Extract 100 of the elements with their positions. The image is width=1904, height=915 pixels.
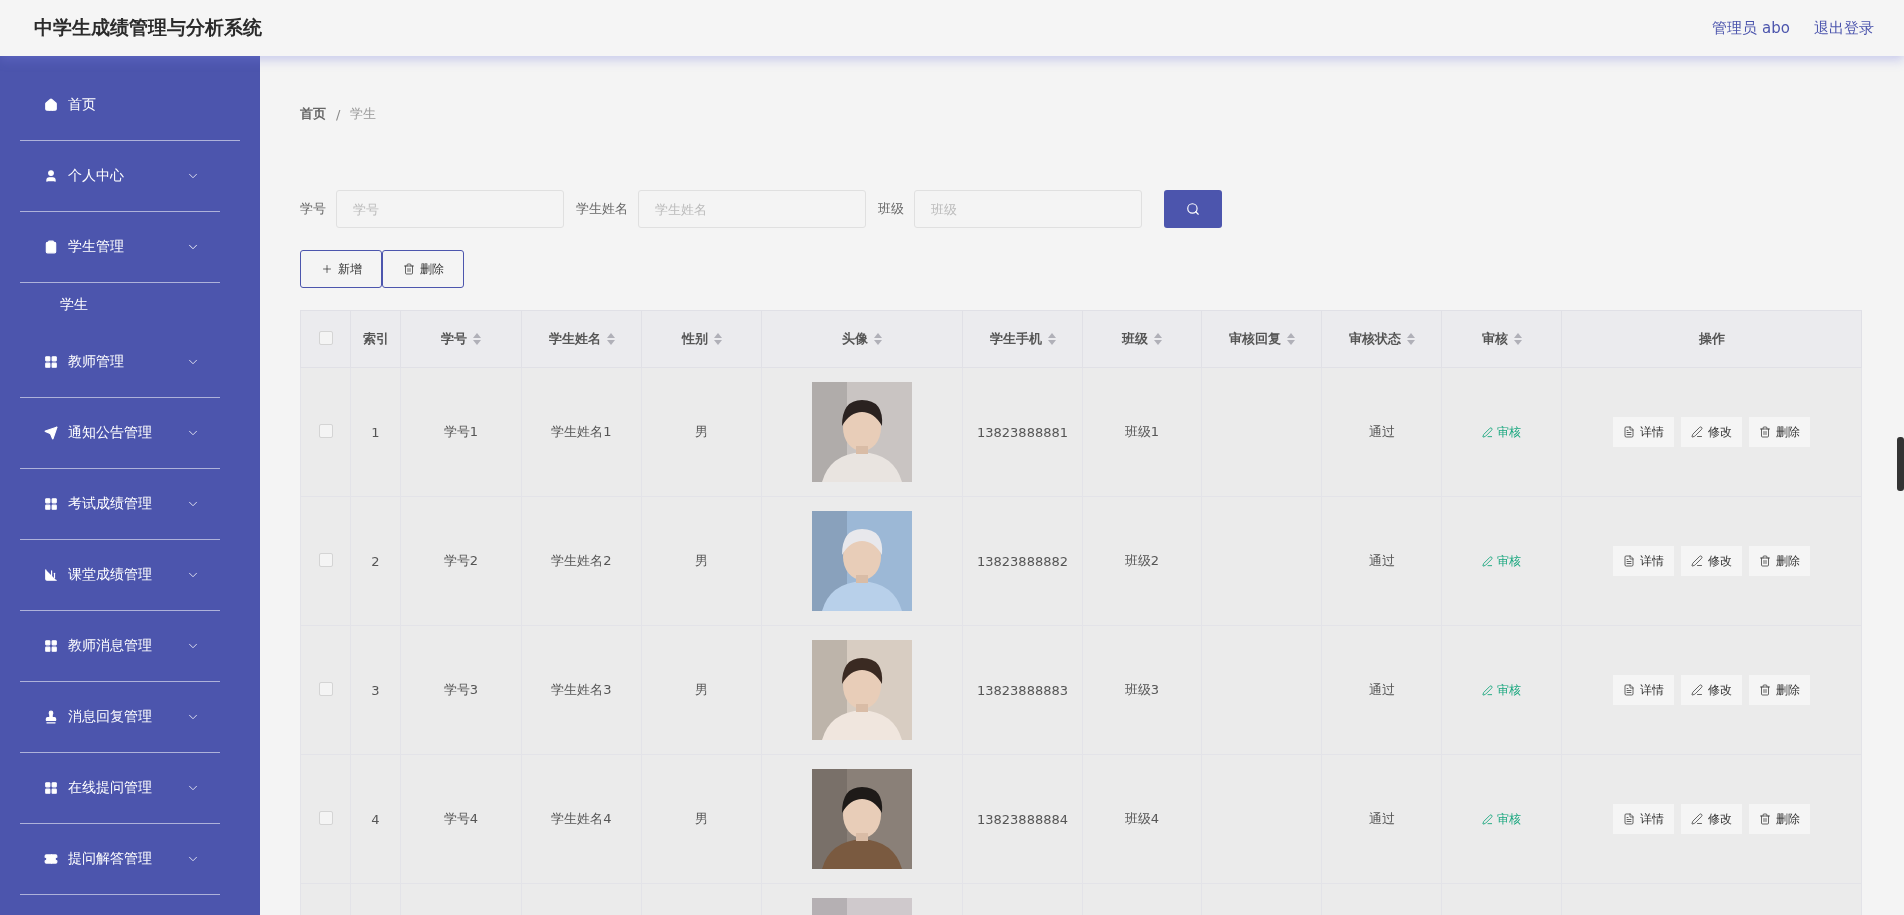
table-cell: 2 — [371, 553, 380, 569]
column-header[interactable]: 头像 — [761, 310, 963, 368]
menu-icon — [44, 240, 58, 254]
menu-icon — [44, 426, 58, 440]
pencil-icon — [1691, 555, 1703, 567]
trash-icon — [1759, 555, 1771, 567]
delete-button[interactable]: 删除 — [382, 250, 464, 288]
filter-label: 学号 — [300, 200, 326, 218]
sidebar-item[interactable]: 通知公告管理 — [20, 398, 220, 469]
menu-icon — [44, 497, 58, 511]
sidebar-subitem[interactable]: 学生 — [0, 283, 260, 327]
column-header[interactable]: 性别 — [641, 310, 762, 368]
table-cell: 13823888882 — [977, 553, 1068, 569]
delete-button[interactable]: 删除 — [1749, 675, 1810, 705]
sidebar-item[interactable]: 消息回复管理 — [20, 682, 220, 753]
menu-icon — [44, 98, 58, 112]
table-cell: 班级4 — [1124, 811, 1160, 826]
column-header[interactable]: 审核 — [1441, 310, 1562, 368]
sidebar-item[interactable]: 考试成绩管理 — [20, 469, 220, 540]
menu-icon — [44, 781, 58, 795]
detail-button[interactable]: 详情 — [1613, 546, 1674, 576]
table-cell: 学生姓名3 — [551, 682, 612, 697]
table-cell: 学号1 — [443, 424, 479, 439]
table-cell: 班级2 — [1124, 553, 1160, 568]
search-icon — [1186, 202, 1200, 216]
column-header[interactable]: 审核状态 — [1321, 310, 1442, 368]
column-header: 索引 — [350, 310, 401, 368]
checkbox[interactable] — [318, 810, 333, 825]
breadcrumb-item[interactable]: 首页 — [300, 105, 326, 123]
app-title: 中学生成绩管理与分析系统 — [34, 15, 262, 40]
edit-button[interactable]: 修改 — [1681, 546, 1742, 576]
detail-button[interactable]: 详情 — [1613, 417, 1674, 447]
column-header[interactable]: 审核回复 — [1201, 310, 1322, 368]
table-cell: 13823888883 — [977, 682, 1068, 698]
pencil-icon — [1482, 684, 1493, 696]
detail-button[interactable]: 详情 — [1613, 804, 1674, 834]
column-header[interactable]: 学生姓名 — [521, 310, 642, 368]
pencil-icon — [1691, 684, 1703, 696]
table-cell: 班级3 — [1124, 682, 1160, 697]
sort-icon[interactable] — [1406, 333, 1415, 345]
plus-icon — [320, 263, 333, 275]
sort-icon[interactable] — [713, 333, 722, 345]
search-button[interactable] — [1164, 190, 1222, 228]
sort-icon[interactable] — [874, 333, 882, 345]
table-cell: 通过 — [1368, 553, 1395, 568]
sort-icon[interactable] — [473, 333, 481, 345]
document-icon — [1623, 684, 1635, 696]
pencil-icon — [1691, 813, 1703, 825]
sidebar-item[interactable]: 提问解答管理 — [20, 824, 220, 895]
sort-icon[interactable] — [1047, 333, 1056, 345]
document-icon — [1623, 813, 1635, 825]
logout-link[interactable]: 退出登录 — [1814, 18, 1874, 38]
delete-button[interactable]: 删除 — [1749, 804, 1810, 834]
menu-icon — [44, 639, 58, 653]
table-cell: 学号3 — [443, 682, 479, 697]
edit-button[interactable]: 修改 — [1681, 804, 1742, 834]
menu-icon — [44, 169, 58, 183]
sort-icon[interactable] — [1154, 333, 1162, 345]
delete-button[interactable]: 删除 — [1749, 417, 1810, 447]
menu-icon — [44, 852, 58, 866]
trash-icon — [1759, 813, 1771, 825]
table-cell: 4 — [371, 811, 380, 827]
table-cell: 男 — [695, 811, 708, 826]
filter-label: 班级 — [878, 200, 904, 218]
filter-label: 学生姓名 — [576, 200, 628, 218]
checkbox[interactable] — [318, 681, 333, 696]
checkbox[interactable] — [318, 423, 333, 438]
edit-button[interactable]: 修改 — [1681, 417, 1742, 447]
trash-icon — [1759, 426, 1771, 438]
menu-icon — [44, 355, 58, 369]
sidebar-item[interactable]: 课堂成绩管理 — [20, 540, 220, 611]
sort-icon[interactable] — [1286, 333, 1295, 345]
table-cell: 1 — [371, 424, 380, 440]
sidebar-item[interactable]: 首页 — [20, 70, 240, 141]
table-cell: 男 — [695, 424, 708, 439]
user-link[interactable]: 管理员 abo — [1712, 18, 1790, 38]
table-cell: 班级1 — [1124, 424, 1160, 439]
detail-button[interactable]: 详情 — [1613, 675, 1674, 705]
table-cell: 男 — [695, 553, 708, 568]
add-button[interactable]: 新增 — [300, 250, 382, 288]
column-header[interactable]: 学生手机 — [962, 310, 1083, 368]
column-header: 操作 — [1561, 310, 1862, 368]
sidebar-item[interactable]: 在线提问管理 — [20, 753, 220, 824]
table-cell: 3 — [371, 682, 380, 698]
scrollbar-thumb[interactable] — [1897, 437, 1904, 491]
edit-button[interactable]: 修改 — [1681, 675, 1742, 705]
table-cell: 13823888881 — [977, 424, 1068, 440]
column-header[interactable]: 学号 — [400, 310, 522, 368]
sidebar-item[interactable]: 教师管理 — [20, 327, 220, 398]
sort-icon[interactable] — [606, 333, 615, 345]
sort-icon[interactable] — [1513, 333, 1522, 345]
checkbox[interactable] — [318, 330, 333, 345]
table-cell: 13823888884 — [977, 811, 1068, 827]
checkbox[interactable] — [318, 552, 333, 567]
column-header[interactable]: 班级 — [1082, 310, 1202, 368]
sidebar-item[interactable]: 个人中心 — [20, 141, 220, 212]
sidebar-item[interactable]: 教师消息管理 — [20, 611, 220, 682]
delete-button[interactable]: 删除 — [1749, 546, 1810, 576]
sidebar-item[interactable]: 学生管理 — [20, 212, 220, 283]
pencil-icon — [1482, 555, 1493, 567]
